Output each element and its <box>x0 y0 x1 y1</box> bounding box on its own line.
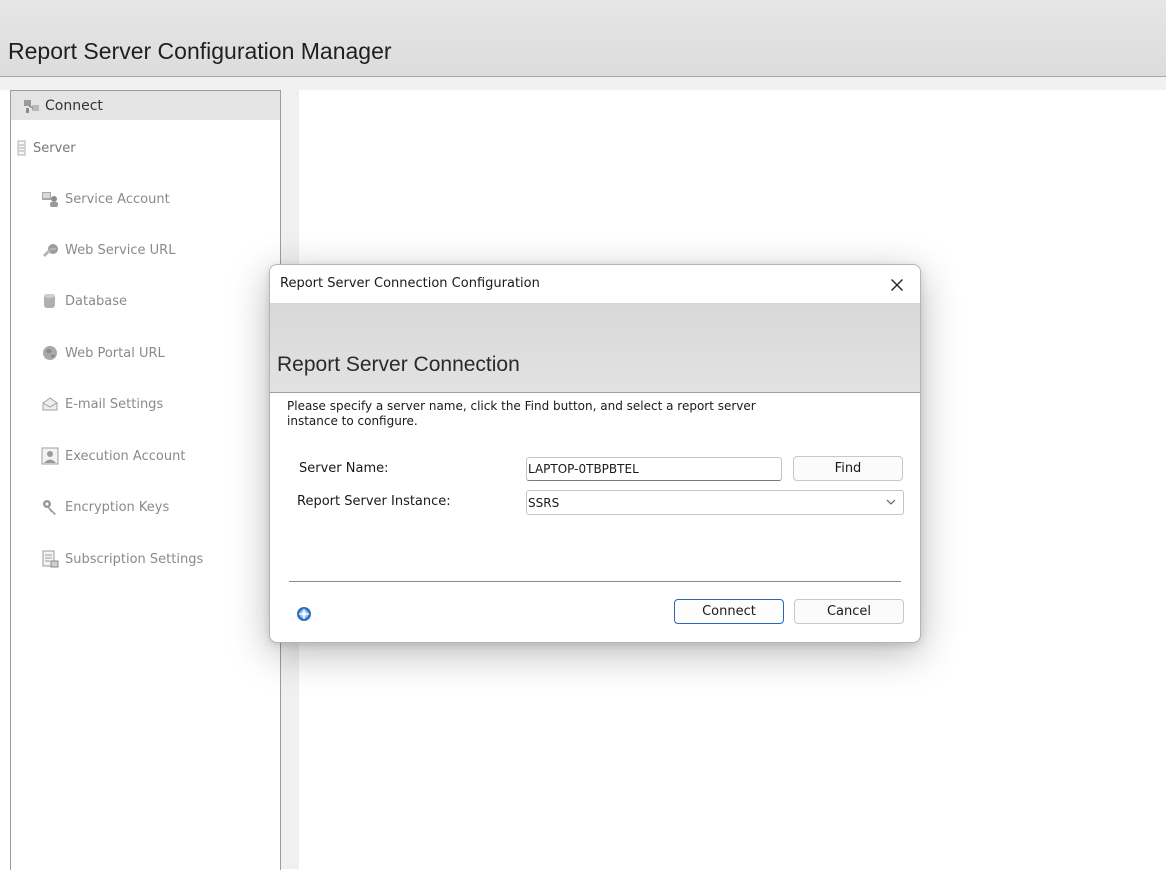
instance-value: SSRS <box>528 495 560 510</box>
sidebar-item-email-settings[interactable]: E-mail Settings <box>41 392 163 416</box>
sidebar: Connect Server Service Account Web Servi… <box>10 90 281 870</box>
execution-account-icon <box>41 447 59 465</box>
sidebar-item-label: E-mail Settings <box>65 396 164 412</box>
sidebar-item-web-portal-url[interactable]: Web Portal URL <box>41 341 165 365</box>
key-icon <box>41 498 59 516</box>
sidebar-item-database[interactable]: Database <box>41 289 127 313</box>
sidebar-item-label: Encryption Keys <box>65 499 170 515</box>
dialog-heading: Report Server Connection <box>277 353 520 376</box>
subscription-icon <box>41 550 59 568</box>
sidebar-item-web-service-url[interactable]: Web Service URL <box>41 238 175 262</box>
close-icon <box>890 277 904 291</box>
chevron-down-icon <box>885 496 897 508</box>
server-name-label: Server Name: <box>299 461 389 476</box>
sidebar-item-server[interactable]: Server <box>17 139 76 157</box>
dialog-titlebar: Report Server Connection Configuration <box>270 265 920 303</box>
web-service-url-icon <box>41 241 59 259</box>
connection-dialog: Report Server Connection Configuration R… <box>269 264 921 643</box>
cancel-button[interactable]: Cancel <box>794 599 904 624</box>
help-icon[interactable] <box>295 605 313 623</box>
server-name-input[interactable]: LAPTOP-0TBPBTEL <box>526 457 782 481</box>
dialog-separator <box>289 581 901 582</box>
connect-button[interactable]: Connect <box>674 599 784 624</box>
sidebar-connect-button[interactable]: Connect <box>11 91 280 120</box>
sidebar-item-label: Service Account <box>65 191 170 207</box>
sidebar-item-label: Database <box>65 293 128 309</box>
sidebar-item-subscription-settings[interactable]: Subscription Settings <box>41 547 203 571</box>
sidebar-item-label: Execution Account <box>65 448 186 464</box>
dialog-banner: Report Server Connection <box>270 303 920 393</box>
sidebar-item-execution-account[interactable]: Execution Account <box>41 444 185 468</box>
connect-icon <box>23 97 41 115</box>
app-title: Report Server Configuration Manager <box>8 38 392 64</box>
sidebar-item-encryption-keys[interactable]: Encryption Keys <box>41 495 169 519</box>
sidebar-item-label: Web Service URL <box>65 242 176 258</box>
instance-label: Report Server Instance: <box>297 494 451 509</box>
app-header: Report Server Configuration Manager <box>0 0 1166 77</box>
sidebar-item-label: Subscription Settings <box>65 551 204 567</box>
sidebar-connect-label: Connect <box>45 97 103 114</box>
sidebar-item-service-account[interactable]: Service Account <box>41 187 170 211</box>
database-icon <box>41 292 59 310</box>
close-button[interactable] <box>882 271 912 297</box>
server-name-value: LAPTOP-0TBPBTEL <box>528 462 639 476</box>
instance-select[interactable]: SSRS <box>526 490 904 515</box>
service-account-icon <box>41 190 59 208</box>
sidebar-item-label: Web Portal URL <box>65 345 165 361</box>
dialog-instructions: Please specify a server name, click the … <box>287 399 756 428</box>
sidebar-server-label: Server <box>33 140 76 156</box>
dialog-title: Report Server Connection Configuration <box>280 276 540 291</box>
find-button[interactable]: Find <box>793 456 903 481</box>
server-icon <box>17 139 27 157</box>
email-icon <box>41 395 59 413</box>
globe-icon <box>41 344 59 362</box>
header-gap <box>0 77 1166 90</box>
